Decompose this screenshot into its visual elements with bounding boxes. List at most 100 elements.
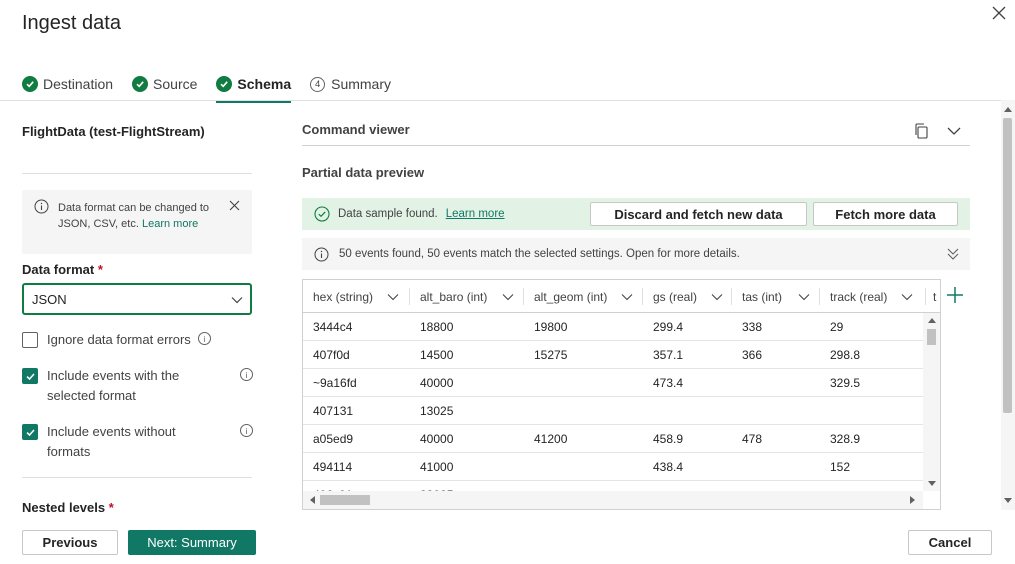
data-format-label: Data format * [22,262,103,277]
table-cell: 494114 [313,460,353,474]
column-header-alt-baro[interactable]: alt_baro (int) [410,280,524,313]
column-header-hex[interactable]: hex (string) [303,280,410,313]
table-title: FlightData (test-FlightStream) [22,124,205,139]
column-header-label: tas (int) [742,289,783,304]
chevron-down-icon[interactable] [502,291,514,305]
checkbox[interactable] [22,332,38,348]
info-icon[interactable]: i [240,424,253,437]
table-cell: 438.4 [653,460,684,474]
table-cell: 298.8 [830,348,861,362]
dismiss-icon[interactable] [228,199,241,217]
table-cell: 15275 [534,348,568,362]
cancel-button[interactable]: Cancel [908,530,992,555]
column-header-track[interactable]: track (real) [820,280,928,313]
column-header-truncated[interactable]: t [925,280,940,313]
ingest-data-dialog: Ingest data Destination Source Schema 4 … [0,0,1015,564]
step-label: Schema [237,76,292,92]
add-column-icon[interactable] [946,286,964,309]
table-row: a05ed9 40000 41200 458.9 478 328.9 [303,425,923,453]
include-selected-format-checkbox[interactable]: Include events with the selected format [22,368,255,406]
column-header-gs[interactable]: gs (real) [643,280,732,313]
step-number-icon: 4 [310,76,326,92]
horizontal-scrollbar[interactable] [303,491,923,509]
chevron-down-icon[interactable] [798,291,810,305]
step-destination[interactable]: Destination [22,72,113,96]
dialog-title: Ingest data [22,12,121,34]
chevron-down-icon [230,293,244,310]
chevron-down-icon[interactable] [711,291,723,305]
events-info-text: 50 events found, 50 events match the sel… [339,248,740,260]
learn-more-link[interactable]: Learn more [446,208,505,220]
chevron-down-icon[interactable] [946,124,962,143]
table-cell: ~9a16fd [313,376,357,390]
chevron-down-icon[interactable] [387,291,399,305]
info-icon[interactable]: i [197,332,211,345]
vertical-scrollbar[interactable] [923,313,940,491]
copy-icon[interactable] [914,123,929,144]
table-cell: 29 [830,320,844,334]
table-row: 3444c4 18800 19800 299.4 338 29 [303,313,923,341]
checkmark-circle-icon [132,76,149,92]
divider [22,173,252,174]
table-row: 407f0d 14500 15275 357.1 366 298.8 [303,341,923,369]
column-header-label: alt_geom (int) [534,289,608,304]
table-cell: 18800 [420,320,454,334]
table-cell: 152 [830,460,851,474]
table-header: hex (string) alt_baro (int) alt_geom (in… [303,280,940,313]
table-cell: 328.9 [830,432,861,446]
scrollbar-thumb[interactable] [1003,118,1012,413]
column-header-tas[interactable]: tas (int) [732,280,820,313]
events-info-bar[interactable]: 50 events found, 50 events match the sel… [302,238,970,270]
scrollbar-thumb[interactable] [320,495,370,505]
discard-fetch-button[interactable]: Discard and fetch new data [590,202,807,226]
data-preview-table: hex (string) alt_baro (int) alt_geom (in… [302,279,941,510]
table-cell: 407f0d [313,348,350,362]
checkbox-label: Include events with the selected format [47,368,180,403]
checkbox-checked[interactable] [22,424,38,440]
checkbox-label: Ignore data format errors [47,332,191,347]
step-label: Destination [43,76,114,92]
data-format-value: JSON [32,291,67,307]
success-text: Data sample found. [338,208,438,220]
table-row: 407131 13025 [303,397,923,425]
step-source[interactable]: Source [132,72,197,96]
checkbox-label: Include events without formats [47,424,176,459]
chevron-down-icon[interactable] [621,291,633,305]
fetch-more-button[interactable]: Fetch more data [813,202,958,226]
info-icon[interactable]: i [240,368,253,381]
data-format-dropdown[interactable]: JSON [22,283,252,315]
previous-button[interactable]: Previous [22,530,118,555]
column-header-label: track (real) [830,289,888,304]
include-without-formats-checkbox[interactable]: Include events without formats [22,424,255,462]
column-header-label: gs (real) [653,289,698,304]
info-message-text: Data format can be changed to JSON, CSV,… [58,202,210,230]
column-header-alt-geom[interactable]: alt_geom (int) [524,280,643,313]
table-cell: 41200 [534,432,568,446]
table-cell: 407131 [313,404,354,418]
learn-more-link[interactable]: Learn more [142,218,198,230]
required-mark: * [97,262,103,277]
ignore-errors-checkbox[interactable]: Ignore data format errors i [22,332,211,350]
table-cell: 357.1 [653,348,684,362]
column-header-label: hex (string) [313,289,374,304]
panel-scrollbar[interactable] [1001,100,1015,510]
chevron-down-icon[interactable] [901,291,913,305]
divider [22,477,252,478]
table-cell: 40000 [420,432,454,446]
scrollbar-thumb[interactable] [927,329,936,345]
next-summary-button[interactable]: Next: Summary [128,530,256,555]
table-cell: 338 [742,320,763,334]
wizard-steps: Destination Source Schema 4 Summary [22,72,410,103]
step-schema[interactable]: Schema [216,72,292,103]
step-label: Summary [331,76,392,92]
column-header-label: alt_baro (int) [420,289,488,304]
double-chevron-down-icon[interactable] [947,247,959,264]
info-icon [314,247,329,262]
close-icon[interactable] [988,2,1010,24]
table-cell: 41000 [420,460,454,474]
command-viewer-title: Command viewer [302,122,410,137]
checkbox-checked[interactable] [22,368,38,384]
checkmark-circle-icon [22,76,38,92]
step-summary[interactable]: 4 Summary [310,72,391,96]
divider [302,145,970,146]
